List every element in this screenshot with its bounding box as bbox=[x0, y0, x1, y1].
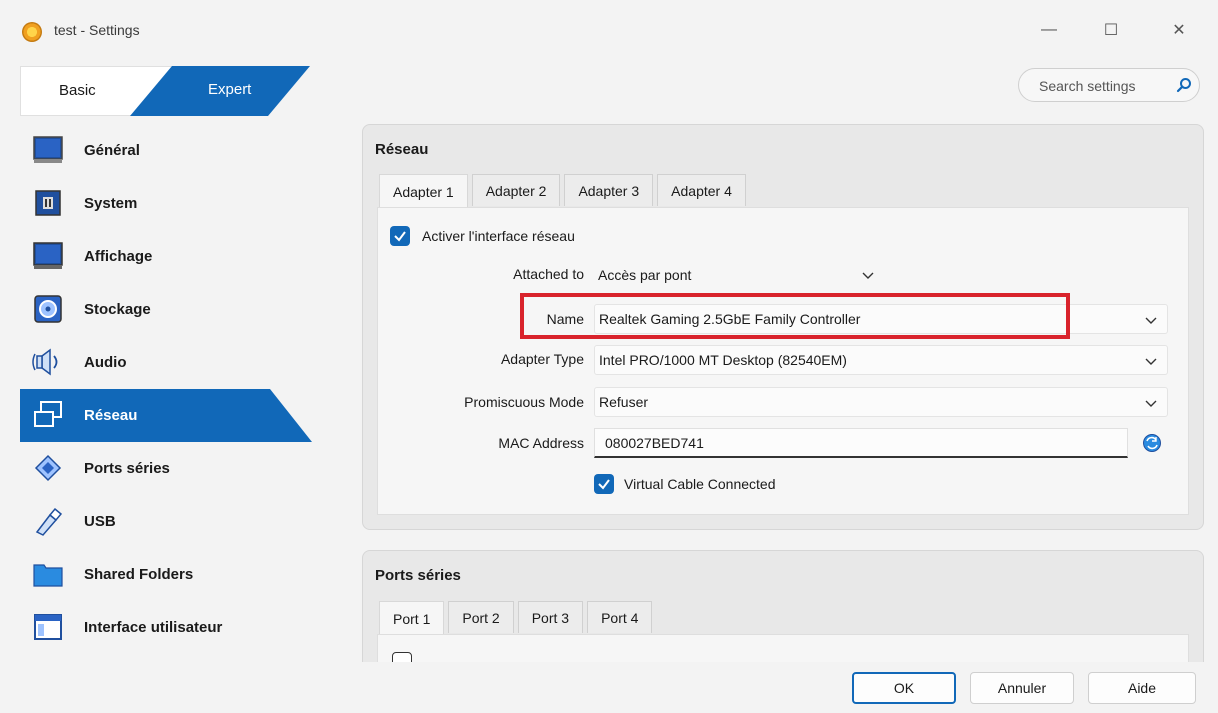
tab-adapter-4[interactable]: Adapter 4 bbox=[657, 174, 746, 206]
mac-address-input[interactable]: 080027BED741 bbox=[594, 428, 1128, 458]
close-button[interactable]: ✕ bbox=[1156, 14, 1202, 46]
sidebar-item-user-interface[interactable]: Interface utilisateur bbox=[20, 601, 330, 654]
enable-adapter-checkbox[interactable] bbox=[390, 226, 410, 246]
sidebar-item-label: Réseau bbox=[84, 407, 138, 424]
network-icon bbox=[34, 401, 62, 427]
checkmark-icon bbox=[394, 231, 406, 242]
attached-to-label: Attached to bbox=[513, 266, 584, 282]
enable-port-checkbox[interactable] bbox=[392, 652, 412, 662]
sidebar-item-label: Ports séries bbox=[84, 460, 170, 477]
tab-adapter-3[interactable]: Adapter 3 bbox=[564, 174, 654, 206]
adapter-type-value: Intel PRO/1000 MT Desktop (82540EM) bbox=[599, 352, 847, 368]
sidebar-item-label: Affichage bbox=[84, 248, 153, 265]
disk-icon bbox=[34, 295, 62, 323]
sidebar-item-label: Shared Folders bbox=[84, 566, 194, 583]
tab-port-3[interactable]: Port 3 bbox=[517, 601, 584, 633]
expert-mode-label: Expert bbox=[208, 81, 252, 98]
sidebar-item-general[interactable]: Général bbox=[20, 124, 330, 177]
refresh-icon[interactable] bbox=[1142, 433, 1162, 453]
display-icon bbox=[33, 242, 63, 269]
sidebar-item-network[interactable]: Réseau bbox=[20, 389, 330, 442]
search-placeholder: Search settings bbox=[1039, 78, 1136, 94]
sidebar-item-label: Interface utilisateur bbox=[84, 619, 223, 636]
promiscuous-mode-label: Promiscuous Mode bbox=[464, 394, 584, 410]
monitor-icon bbox=[33, 136, 63, 163]
promiscuous-mode-value: Refuser bbox=[599, 394, 649, 410]
tab-port-2[interactable]: Port 2 bbox=[448, 601, 514, 633]
serial-ports-group: Ports séries Port 1 Port 2 Port 3 Port 4 bbox=[362, 550, 1204, 662]
settings-sidebar: Général System Affichage Stockage Audio … bbox=[20, 124, 330, 654]
sidebar-item-display[interactable]: Affichage bbox=[20, 230, 330, 283]
attached-to-combo[interactable]: Accès par pont bbox=[594, 260, 884, 290]
sidebar-item-storage[interactable]: Stockage bbox=[20, 283, 330, 336]
name-field-highlight bbox=[520, 293, 1070, 339]
adapter-type-label: Adapter Type bbox=[500, 351, 584, 367]
tab-port-4[interactable]: Port 4 bbox=[587, 601, 653, 633]
search-icon[interactable] bbox=[1176, 77, 1192, 93]
tab-adapter-2[interactable]: Adapter 2 bbox=[471, 174, 561, 206]
tab-port-1[interactable]: Port 1 bbox=[379, 601, 445, 635]
virtual-cable-label: Virtual Cable Connected bbox=[624, 476, 776, 492]
chevron-down-icon bbox=[862, 272, 874, 279]
sidebar-item-label: USB bbox=[84, 513, 116, 530]
speaker-icon bbox=[32, 348, 58, 376]
help-button[interactable]: Aide bbox=[1088, 672, 1196, 704]
sidebar-item-label: Général bbox=[84, 142, 140, 159]
cancel-button[interactable]: Annuler bbox=[970, 672, 1074, 704]
port-tabs: Port 1 Port 2 Port 3 Port 4 bbox=[379, 601, 653, 635]
serial-ports-title: Ports séries bbox=[375, 567, 461, 584]
network-title: Réseau bbox=[375, 141, 429, 158]
promiscuous-mode-combo[interactable]: Refuser bbox=[594, 387, 1168, 417]
tab-adapter-1[interactable]: Adapter 1 bbox=[379, 174, 468, 208]
enable-adapter-label: Activer l'interface réseau bbox=[422, 228, 575, 244]
mac-address-label: MAC Address bbox=[498, 435, 584, 451]
serial-port-icon bbox=[34, 454, 62, 482]
mode-switch: Basic Expert bbox=[20, 66, 310, 116]
sidebar-item-serial-ports[interactable]: Ports séries bbox=[20, 442, 330, 495]
sidebar-item-label: Audio bbox=[84, 354, 127, 371]
ok-button[interactable]: OK bbox=[852, 672, 956, 704]
port-page bbox=[377, 634, 1189, 662]
minimize-button[interactable]: — bbox=[1026, 14, 1072, 46]
sidebar-item-usb[interactable]: USB bbox=[20, 495, 330, 548]
sidebar-item-audio[interactable]: Audio bbox=[20, 336, 330, 389]
app-icon bbox=[22, 22, 42, 42]
sidebar-item-label: System bbox=[84, 195, 138, 212]
virtual-cable-checkbox[interactable] bbox=[594, 474, 614, 494]
usb-icon bbox=[35, 507, 63, 536]
title-bar: test - Settings — ☐ ✕ bbox=[0, 0, 1218, 56]
chip-icon bbox=[35, 190, 61, 216]
chevron-down-icon bbox=[1145, 317, 1157, 324]
window-title: test - Settings bbox=[54, 22, 140, 38]
window-icon bbox=[34, 614, 62, 640]
adapter-type-combo[interactable]: Intel PRO/1000 MT Desktop (82540EM) bbox=[594, 345, 1168, 375]
adapter-tabs: Adapter 1 Adapter 2 Adapter 3 Adapter 4 bbox=[379, 174, 746, 208]
chevron-down-icon bbox=[1145, 400, 1157, 407]
basic-mode-label: Basic bbox=[59, 82, 96, 99]
sidebar-item-label: Stockage bbox=[84, 301, 151, 318]
folder-icon bbox=[33, 564, 63, 587]
chevron-down-icon bbox=[1145, 358, 1157, 365]
search-settings-field[interactable]: Search settings bbox=[1018, 68, 1200, 102]
attached-to-value: Accès par pont bbox=[598, 267, 692, 283]
sidebar-item-shared-folders[interactable]: Shared Folders bbox=[20, 548, 330, 601]
maximize-button[interactable]: ☐ bbox=[1088, 14, 1134, 46]
sidebar-item-system[interactable]: System bbox=[20, 177, 330, 230]
checkmark-icon bbox=[598, 479, 610, 490]
